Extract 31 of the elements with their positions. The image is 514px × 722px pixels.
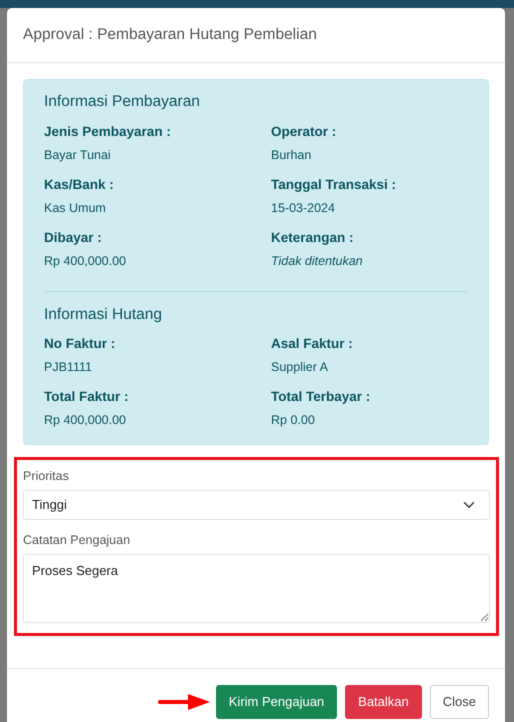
field-label: No Faktur : (44, 335, 116, 354)
field-value: Tidak ditentukan (271, 252, 364, 270)
field-value: 15-03-2024 (271, 200, 336, 217)
field-label: Keterangan : (271, 228, 355, 247)
field-label: Asal Faktur : (271, 335, 354, 354)
field-value: Rp 400,000.00 (44, 412, 128, 430)
field-label: Prioritas (23, 468, 70, 486)
field-label: Operator : (271, 122, 338, 141)
field-value: Rp 0.00 (271, 412, 316, 430)
submit-button[interactable]: Kirim Pengajuan (216, 684, 338, 719)
notes-field[interactable]: Proses Segera (23, 554, 490, 623)
field-label: Jenis Pembayaran : (44, 122, 172, 141)
arrow-annotation (158, 692, 210, 711)
modal-title: Approval : Pembayaran Hutang Pembelian (23, 26, 317, 44)
field-value: Burhan (271, 146, 312, 164)
field-label: Catatan Pengajuan (23, 532, 132, 549)
field-label: Total Faktur : (44, 388, 130, 406)
field-value: Rp 400,000.00 (44, 252, 128, 270)
close-button[interactable]: Close (430, 684, 489, 719)
section-heading: Informasi Pembayaran (44, 93, 201, 112)
field-label: Dibayar : (44, 228, 103, 247)
priority-select[interactable]: Tinggi (23, 490, 490, 520)
field-label: Total Terbayar : (271, 388, 372, 406)
field-value: Supplier A (271, 359, 329, 376)
section-heading: Informasi Hutang (44, 306, 164, 324)
field-value: Kas Umum (44, 200, 107, 217)
field-label: Kas/Bank : (44, 176, 115, 194)
field-label: Tanggal Transaksi : (271, 176, 398, 194)
field-value: PJB1111 (44, 359, 93, 376)
cancel-button[interactable]: Batalkan (345, 684, 422, 719)
field-value: Bayar Tunai (44, 146, 112, 164)
